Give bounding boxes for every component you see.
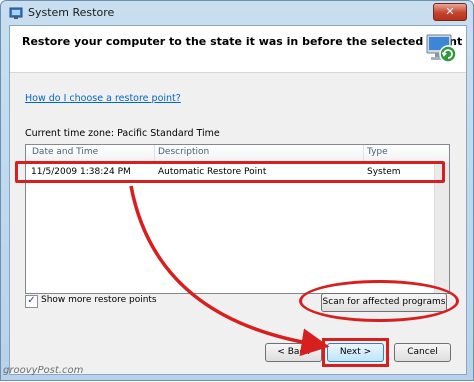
page-heading: Restore your computer to the state it wa… — [22, 35, 463, 48]
show-more-label[interactable]: Show more restore points — [41, 295, 157, 305]
annotation-oval-scan — [299, 280, 459, 322]
window-frame: System Restore ✕ Restore your computer t… — [0, 0, 474, 381]
title-bar[interactable]: System Restore ✕ — [1, 1, 473, 25]
help-link[interactable]: How do I choose a restore point? — [25, 93, 181, 104]
wizard-client-area: Restore your computer to the state it wa… — [9, 25, 467, 375]
back-button[interactable]: < Back — [265, 343, 322, 362]
annotation-highlight-row — [15, 161, 445, 183]
system-restore-small-icon — [9, 7, 23, 19]
column-header-date-time[interactable]: Date and Time — [32, 147, 98, 162]
annotation-highlight-next — [322, 338, 389, 367]
window-title: System Restore — [28, 6, 115, 19]
column-header-type[interactable]: Type — [367, 147, 388, 162]
cancel-button[interactable]: Cancel — [394, 343, 451, 362]
column-divider[interactable] — [363, 145, 364, 162]
system-restore-icon — [426, 34, 457, 63]
watermark-text: groovyPost.com — [3, 365, 84, 376]
wizard-header: Restore your computer to the state it wa… — [10, 26, 466, 73]
timezone-label: Current time zone: Pacific Standard Time — [25, 128, 220, 139]
close-button[interactable]: ✕ — [433, 3, 467, 21]
show-more-checkbox[interactable]: ✓ — [25, 295, 38, 308]
column-divider[interactable] — [154, 145, 155, 162]
column-header-description[interactable]: Description — [158, 147, 209, 162]
